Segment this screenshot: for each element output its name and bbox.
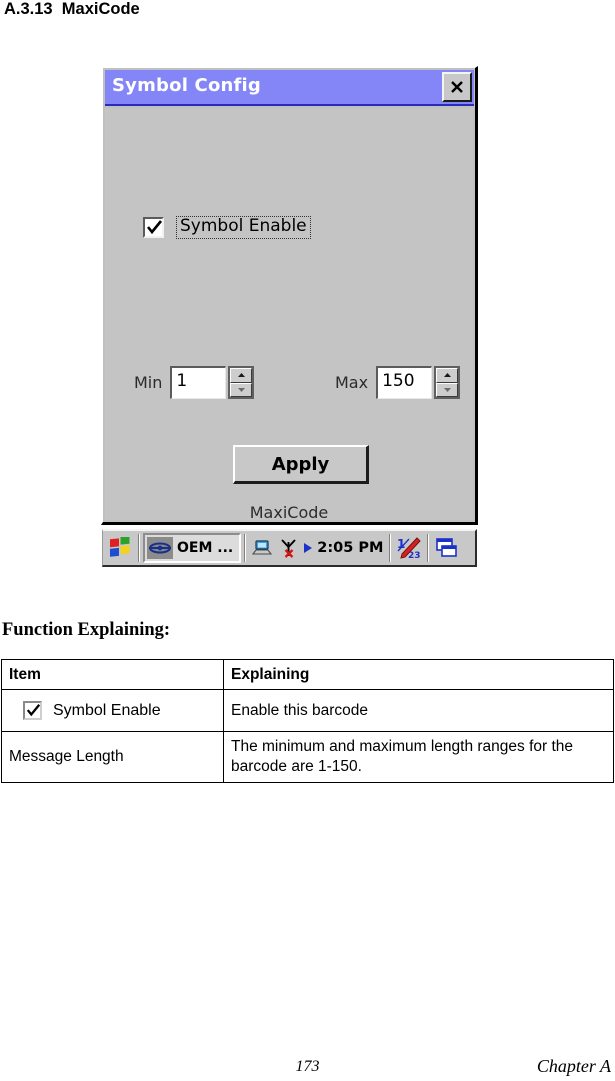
symbol-enable-checkbox-doc <box>23 701 42 720</box>
footer-page-number: 173 <box>295 1058 320 1075</box>
max-input[interactable]: 150 <box>376 366 433 399</box>
min-input[interactable]: 1 <box>170 366 227 399</box>
footer-chapter: Chapter A <box>536 1056 611 1076</box>
symbol-enable-item-label: Symbol Enable <box>53 701 161 719</box>
start-button[interactable] <box>105 532 135 564</box>
taskbar-clock[interactable]: 2:05 PM <box>317 540 383 556</box>
taskbar-task-label: OEM ... <box>177 540 234 556</box>
device-screenshot: Symbol Config Symbol Enable Min 1 Max 15… <box>101 66 478 569</box>
wireless-disconnected-icon[interactable] <box>278 538 299 558</box>
symbol-enable-checkbox[interactable] <box>143 216 164 238</box>
table-header-row: Item Explaining <box>1 659 614 690</box>
table-cell-item-message-length: Message Length <box>1 731 224 783</box>
spinner-up-icon <box>443 373 451 378</box>
dialog-titlebar: Symbol Config <box>105 70 474 106</box>
min-group: Min 1 <box>134 366 255 399</box>
checkmark-icon <box>146 220 163 234</box>
table-cell-item-symbol-enable: Symbol Enable <box>1 689 224 732</box>
min-spinner-down-button[interactable] <box>230 382 253 397</box>
taskbar-separator <box>427 534 430 562</box>
play-arrow-icon[interactable] <box>303 541 313 555</box>
taskbar: OEM ... 2:05 PM 1 23 <box>102 529 477 567</box>
symbol-enable-item: Symbol Enable <box>9 701 216 720</box>
spinner-down-icon <box>443 387 451 392</box>
close-icon <box>449 79 465 95</box>
length-range-row: Min 1 Max 150 <box>105 366 473 408</box>
spinner-up-icon <box>237 373 245 378</box>
max-spinner[interactable]: 150 <box>376 366 461 399</box>
max-label: Max <box>335 373 369 392</box>
table-cell-explaining-symbol-enable: Enable this barcode <box>223 689 614 732</box>
function-explaining-table: Item Explaining Symbol Enable Enable thi… <box>1 659 614 783</box>
table-row: Message Length The minimum and maximum l… <box>1 731 614 783</box>
symbology-name: MaxiCode <box>249 503 329 522</box>
min-spinner-up-button[interactable] <box>230 368 253 383</box>
windows-start-icon <box>110 537 130 557</box>
taskbar-task-oem[interactable]: OEM ... <box>143 533 242 563</box>
input-panel-pen-icon[interactable]: 1 23 <box>396 536 422 560</box>
max-spinner-buttons[interactable] <box>434 366 461 399</box>
min-label: Min <box>134 373 163 392</box>
checkmark-icon <box>26 704 41 717</box>
apply-button[interactable]: Apply <box>233 445 369 484</box>
table-cell-explaining-message-length: The minimum and maximum length ranges fo… <box>223 731 614 783</box>
max-spinner-down-button[interactable] <box>436 382 459 397</box>
dialog-title: Symbol Config <box>112 75 262 96</box>
max-spinner-up-button[interactable] <box>436 368 459 383</box>
window-switch-icon[interactable] <box>434 537 458 559</box>
oem-app-icon <box>147 537 173 559</box>
min-spinner[interactable]: 1 <box>170 366 255 399</box>
function-explaining-heading: Function Explaining: <box>2 620 171 640</box>
column-header-item: Item <box>1 659 224 690</box>
column-header-explaining: Explaining <box>223 659 614 690</box>
page-title: A.3.13 MaxiCode <box>4 0 140 18</box>
symbol-config-dialog: Symbol Config Symbol Enable Min 1 Max 15… <box>101 66 478 525</box>
taskbar-tray: 2:05 PM <box>249 532 386 564</box>
spinner-down-icon <box>237 387 245 392</box>
taskbar-separator <box>389 534 392 562</box>
symbol-enable-label: Symbol Enable <box>176 216 311 239</box>
desktop-network-icon[interactable] <box>251 538 274 558</box>
symbol-enable-row[interactable]: Symbol Enable <box>143 216 311 239</box>
max-group: Max 150 <box>335 366 461 399</box>
dialog-body: Symbol Enable Min 1 Max 150 Apply MaxiCo… <box>105 108 473 522</box>
close-button[interactable] <box>442 72 472 102</box>
min-spinner-buttons[interactable] <box>228 366 255 399</box>
taskbar-separator <box>138 534 140 562</box>
taskbar-separator <box>244 534 247 562</box>
table-row: Symbol Enable Enable this barcode <box>1 689 614 732</box>
